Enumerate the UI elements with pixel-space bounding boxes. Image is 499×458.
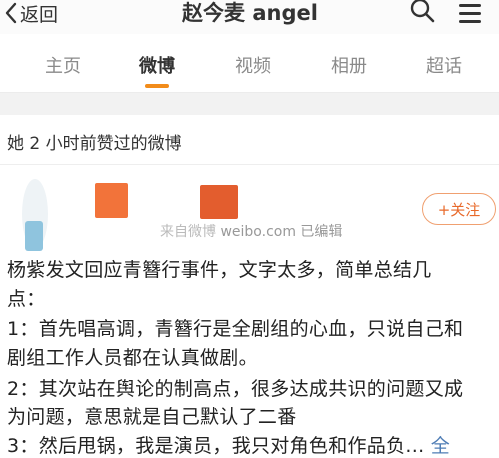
page-title: 赵今麦 angel — [182, 1, 318, 25]
follow-button[interactable]: +关注 — [422, 193, 496, 225]
mosaic-block — [200, 185, 238, 219]
search-icon[interactable] — [408, 0, 436, 24]
post-source-text: weibo.com 已编辑 — [220, 224, 343, 240]
chevron-left-icon — [5, 2, 17, 24]
back-button[interactable]: 返回 — [4, 0, 58, 28]
back-label: 返回 — [20, 3, 59, 26]
tab-weibo[interactable]: 微博 — [122, 52, 192, 78]
tab-home[interactable]: 主页 — [28, 52, 98, 78]
post-text-line: 3：然后甩锅，我是演员，我只对角色和作品负... 全 — [7, 431, 450, 458]
tab-super-topic[interactable]: 超话 — [409, 52, 479, 78]
tab-album[interactable]: 相册 — [314, 52, 384, 78]
post-card: 来自微博 weibo.com 已编辑 +关注 杨紫发文回应青簪行事件，文字太多，… — [0, 165, 499, 458]
mosaic-block — [25, 221, 43, 251]
profile-tabs: 主页 微博 视频 相册 超话 — [0, 44, 499, 93]
post-text-line: 剧组工作人员都在认真做剧。 — [7, 347, 258, 369]
menu-icon[interactable] — [453, 0, 487, 27]
post-text-line: 点： — [7, 288, 46, 310]
post-text-line: 为问题，意思就是自己默认了二番 — [7, 406, 297, 428]
active-tab-indicator — [145, 84, 169, 88]
expand-full-text-link[interactable]: 全 — [431, 435, 450, 457]
section-divider — [0, 93, 499, 115]
mosaic-block — [95, 183, 128, 218]
liked-posts-header[interactable]: 她 2 小时前赞过的微博 — [0, 115, 499, 165]
post-text-line: 杨紫发文回应青簪行事件，文字太多，简单总结几 — [7, 259, 432, 281]
top-navigation-bar: 返回 赵今麦 angel — [0, 0, 499, 34]
post-text-last: 3：然后甩锅，我是演员，我只对角色和作品负... — [7, 435, 425, 457]
post-source-blurred: 来自微博 — [160, 224, 216, 240]
post-text-line: 2：其次站在舆论的制高点，很多达成共识的问题又成 — [7, 378, 464, 400]
post-text-line: 1：首先唱高调，青簪行是全剧组的心血，只说自己和 — [7, 318, 464, 340]
post-source: 来自微博 weibo.com 已编辑 — [160, 221, 342, 241]
tab-video[interactable]: 视频 — [218, 52, 288, 78]
liked-posts-label: 她 2 小时前赞过的微博 — [7, 134, 182, 154]
